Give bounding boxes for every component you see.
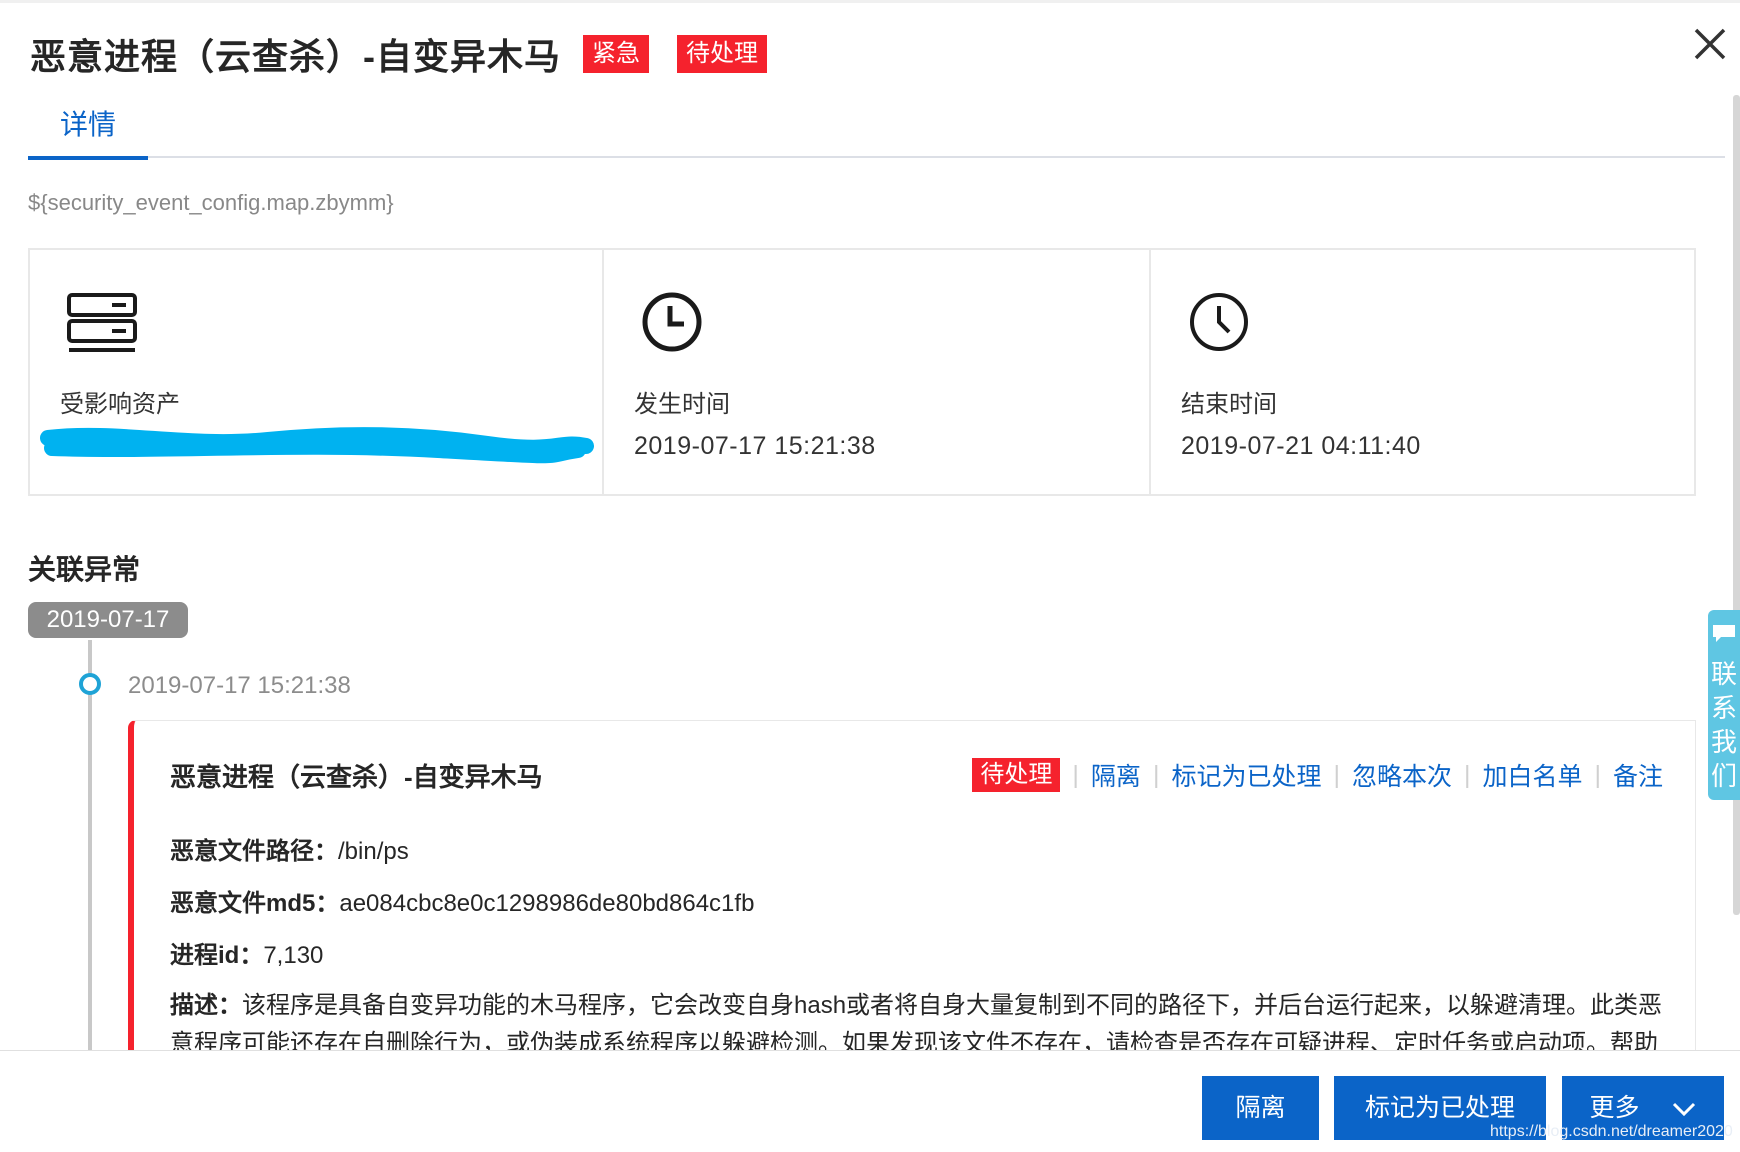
widget-char: 们 xyxy=(1710,761,1737,791)
event-title: 恶意进程（云查杀）-自变异木马 xyxy=(170,762,543,792)
malicious-file-path: 恶意文件路径：/bin/ps xyxy=(170,831,409,866)
isolate-button[interactable]: 隔离 xyxy=(1202,1076,1319,1140)
widget-char: 我 xyxy=(1710,727,1737,757)
divider: | xyxy=(1333,760,1340,789)
add-whitelist-link[interactable]: 加白名单 xyxy=(1482,757,1582,793)
widget-char: 系 xyxy=(1710,693,1737,723)
close-icon[interactable] xyxy=(1690,24,1730,64)
widget-char: 联 xyxy=(1710,659,1737,689)
field-label: 恶意文件路径： xyxy=(170,838,338,865)
start-time-card: 发生时间 2019-07-17 15:21:38 xyxy=(604,250,1151,494)
tab-bar: 详情 xyxy=(28,100,1725,160)
asset-label: 受影响资产 xyxy=(60,391,180,418)
timeline-date-badge: 2019-07-17 xyxy=(28,602,188,638)
end-time-card: 结束时间 2019-07-21 04:11:40 xyxy=(1151,250,1694,494)
affected-asset-card: 受影响资产 xyxy=(30,250,604,494)
ignore-once-link[interactable]: 忽略本次 xyxy=(1352,757,1452,793)
message-icon xyxy=(1713,625,1735,642)
remark-link[interactable]: 备注 xyxy=(1613,757,1663,793)
malicious-file-md5: 恶意文件md5：ae084cbc8e0c1298986de80bd864c1fb xyxy=(170,883,754,918)
start-time-label: 发生时间 xyxy=(634,391,730,418)
event-card: 恶意进程（云查杀）-自变异木马 待处理 | 隔离 | 标记为已处理 | 忽略本次… xyxy=(128,720,1696,1060)
event-actions: 待处理 | 隔离 | 标记为已处理 | 忽略本次 | 加白名单 | 备注 xyxy=(972,757,1663,793)
contact-us-widget[interactable]: 联 系 我 们 xyxy=(1708,610,1740,800)
mark-handled-link[interactable]: 标记为已处理 xyxy=(1171,757,1321,793)
field-value: 7,130 xyxy=(263,942,324,969)
tab-details[interactable]: 详情 xyxy=(28,100,148,160)
redaction-scribble xyxy=(40,427,594,464)
config-placeholder-text: ${security_event_config.map.zbymm} xyxy=(28,190,394,215)
field-value: ae084cbc8e0c1298986de80bd864c1fb xyxy=(339,890,755,917)
drawer-header: 恶意进程（云查杀）-自变异木马 紧急 待处理 xyxy=(30,30,767,78)
timeline-event-time: 2019-07-17 15:21:38 xyxy=(128,672,351,699)
timeline-line xyxy=(88,640,92,1052)
footer-bar: 隔离 标记为已处理 更多 https://blog.csdn.net/dream… xyxy=(0,1050,1740,1152)
divider: | xyxy=(1594,760,1601,789)
field-label: 描述： xyxy=(170,992,242,1019)
chevron-down-icon xyxy=(1673,1103,1696,1117)
process-id: 进程id：7,130 xyxy=(170,935,323,970)
related-anomalies-heading: 关联异常 xyxy=(28,554,141,585)
tab-label: 详情 xyxy=(59,109,116,140)
more-button-label: 更多 xyxy=(1589,1094,1640,1122)
field-label: 恶意文件md5： xyxy=(170,890,340,917)
severity-badge: 紧急 xyxy=(583,35,649,73)
isolate-link[interactable]: 隔离 xyxy=(1091,757,1141,793)
divider: | xyxy=(1463,760,1471,789)
clock-icon xyxy=(1190,293,1248,351)
field-value: 该程序是具备自变异功能的木马程序，它会改变自身hash或者将自身大量复制到不同的… xyxy=(170,992,1663,1057)
status-badge: 待处理 xyxy=(677,35,767,73)
watermark-text: https://blog.csdn.net/dreamer2020 xyxy=(1490,1123,1733,1140)
field-value: /bin/ps xyxy=(338,838,409,865)
field-label: 进程id： xyxy=(170,942,264,969)
page-title: 恶意进程（云查杀）-自变异木马 xyxy=(30,36,561,77)
end-time-value: 2019-07-21 04:11:40 xyxy=(1181,432,1421,460)
top-border xyxy=(0,0,1740,3)
divider: | xyxy=(1072,760,1079,789)
divider: | xyxy=(1152,760,1160,789)
start-time-value: 2019-07-17 15:21:38 xyxy=(634,432,876,460)
clock-icon xyxy=(642,292,702,352)
timeline-dot xyxy=(79,673,101,695)
server-icon xyxy=(67,293,137,352)
active-tab-indicator xyxy=(28,156,148,160)
end-time-label: 结束时间 xyxy=(1181,391,1277,418)
summary-cards: 受影响资产 发生时间 2019-07-17 15:21:38 结束时间 2019… xyxy=(28,248,1696,496)
event-status-badge: 待处理 xyxy=(972,758,1061,792)
